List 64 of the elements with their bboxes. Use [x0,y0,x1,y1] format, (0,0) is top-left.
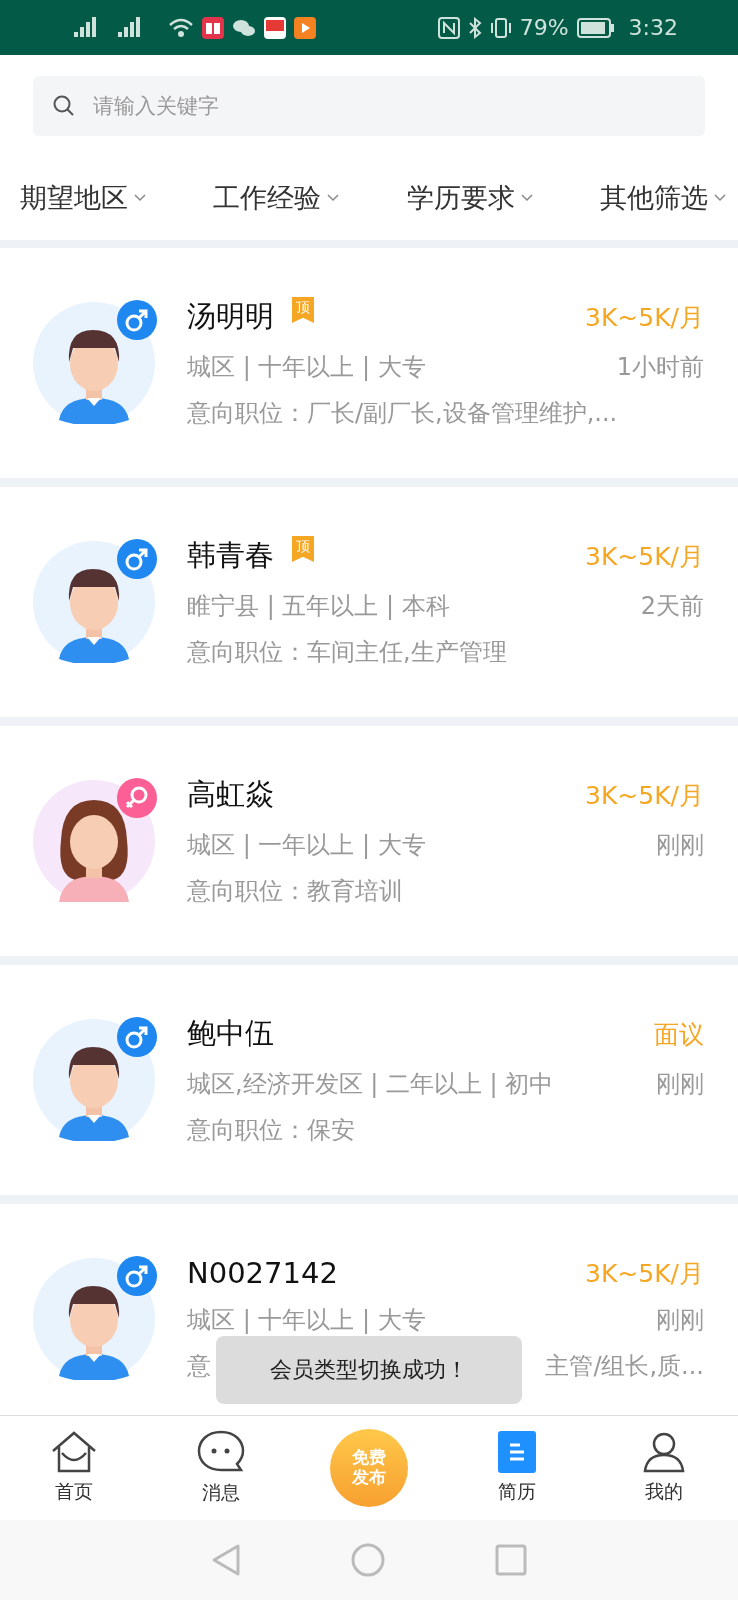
home-circle-icon[interactable] [351,1543,385,1577]
back-icon[interactable] [211,1543,241,1577]
update-time: 刚刚 [656,830,704,861]
update-time: 刚刚 [656,1305,704,1336]
tab-item[interactable]: 消息 [166,1430,277,1506]
candidate-card[interactable]: 汤明明 顶 3K~5K/月 城区 | 十年以上 | 大专 1小时前 意向职位：厂长/副厂长,设备管理维护,... [0,248,738,478]
salary: 3K~5K/月 [585,1257,704,1290]
top-ribbon: 顶 [292,536,314,562]
search-icon [53,95,75,117]
candidate-card[interactable]: 鲍中伍 面议 城区,经济开发区 | 二年以上 | 初中 刚刚 意向职位：保安 [0,965,738,1195]
candidate-info: 城区 | 一年以上 | 大专 [187,830,426,861]
candidate-card[interactable]: 韩青春 顶 3K~5K/月 睢宁县 | 五年以上 | 本科 2天前 意向职位：车间主任,生产管理 [0,487,738,717]
candidate-info: 城区,经济开发区 | 二年以上 | 初中 [187,1069,554,1100]
tab-item[interactable]: 首页 [18,1431,129,1505]
wifi-icon [168,16,194,39]
desired-position-fragment: 主管/组长,质... [545,1351,704,1382]
update-time: 2天前 [640,591,704,622]
filter-dropdown[interactable]: 学历要求 [406,179,533,216]
battery-icon [576,17,615,38]
update-time: 1小时前 [616,352,704,383]
home-icon [50,1431,97,1473]
caret-icon [327,193,340,202]
salary: 3K~5K/月 [585,301,704,334]
candidate-info: 城区 | 十年以上 | 大专 [187,352,426,383]
filter-dropdown[interactable]: 工作经验 [213,179,340,216]
news-app-icon [264,16,286,39]
salary: 面议 [654,1018,704,1051]
caret-icon [134,193,146,202]
video-app-icon [294,16,316,39]
book-app-icon [202,16,224,39]
candidate-name: 汤明明 [187,298,274,335]
caret-icon [714,193,726,202]
battery-percentage: 79% [519,15,569,40]
desired-position: 意向职位：教育培训 [187,876,403,907]
tab-item[interactable]: 简历 [461,1431,572,1505]
square-icon[interactable] [495,1544,527,1576]
desired-position: 意向职位：车间主任,生产管理 [187,637,507,668]
bluetooth-icon [467,16,482,39]
tab-item[interactable]: 我的 [609,1431,720,1505]
update-time: 刚刚 [656,1069,704,1100]
person-icon [643,1431,686,1473]
clock-time: 3:32 [628,15,678,40]
candidate-name: 高虹焱 [187,776,274,813]
candidate-name: N0027142 [187,1256,338,1290]
document-icon [497,1431,536,1473]
candidate-card[interactable]: 高虹焱 3K~5K/月 城区 | 一年以上 | 大专 刚刚 意向职位：教育培训 [0,726,738,956]
desired-position: 意向职位：厂长/副厂长,设备管理维护,... [187,398,618,429]
toast-message: 会员类型切换成功！ [216,1336,522,1404]
top-ribbon: 顶 [292,297,314,323]
salary: 3K~5K/月 [585,779,704,812]
filter-dropdown[interactable]: 其他筛选 [600,179,726,216]
candidate-info: 城区 | 十年以上 | 大专 [187,1305,426,1336]
chat-bubble-icon [197,1430,246,1474]
candidate-name: 鲍中伍 [187,1015,274,1052]
desired-position-fragment: 意 [187,1351,211,1382]
candidate-name: 韩青春 [187,537,274,574]
filter-dropdown[interactable]: 期望地区 [20,179,146,216]
nfc-icon [437,16,460,39]
caret-icon [520,193,533,202]
vibrate-icon [489,16,512,39]
candidate-info: 睢宁县 | 五年以上 | 本科 [187,591,450,622]
salary: 3K~5K/月 [585,540,704,573]
desired-position: 意向职位：保安 [187,1115,355,1146]
search-field[interactable]: 请输入关键字 [33,76,705,136]
